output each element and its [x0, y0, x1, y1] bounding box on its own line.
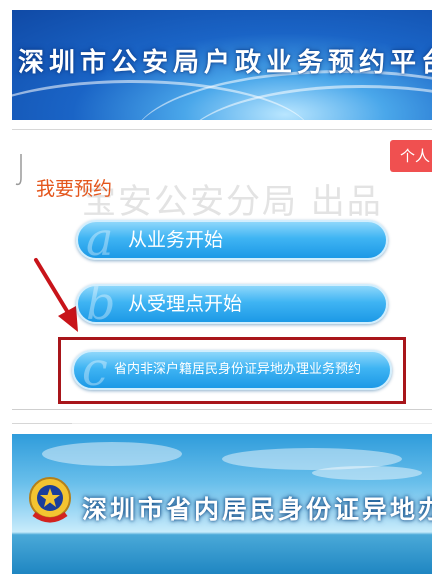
- watermark-text: 宝安公安分局 出品: [82, 182, 383, 222]
- button-letter-a: a: [86, 220, 114, 260]
- button-label: 从受理点开始: [128, 293, 243, 315]
- button-label: 省内非深户籍居民身份证异地办理业务预约: [114, 362, 362, 377]
- police-emblem-icon: [29, 477, 71, 523]
- button-label: 从业务开始: [128, 229, 224, 251]
- tab-personal[interactable]: 个人: [390, 140, 432, 172]
- start-from-business-button[interactable]: a 从业务开始: [76, 220, 388, 260]
- booking-panel: 宝安公安分局 出品 个人 我要预约 a 从业务开始 b 从受理点开始 c 省内非…: [12, 134, 432, 406]
- divider: [12, 423, 72, 424]
- provincial-id-card-booking-button[interactable]: c 省内非深户籍居民身份证异地办理业务预约: [72, 350, 392, 390]
- section-title: 我要预约: [36, 178, 113, 200]
- divider: [12, 129, 432, 130]
- button-letter-c: c: [82, 350, 108, 390]
- divider: [12, 409, 432, 410]
- footer-banner-title: 深圳市省内居民身份证异地办: [82, 495, 432, 524]
- divider: [72, 423, 432, 424]
- hook-icon: [15, 154, 22, 186]
- header-title: 深圳市公安局户政业务预约平台: [18, 48, 432, 78]
- footer-banner: 深圳市省内居民身份证异地办: [12, 434, 432, 574]
- header-banner: 深圳市公安局户政业务预约平台: [12, 10, 432, 120]
- button-letter-b: b: [86, 284, 116, 324]
- start-from-service-point-button[interactable]: b 从受理点开始: [76, 284, 388, 324]
